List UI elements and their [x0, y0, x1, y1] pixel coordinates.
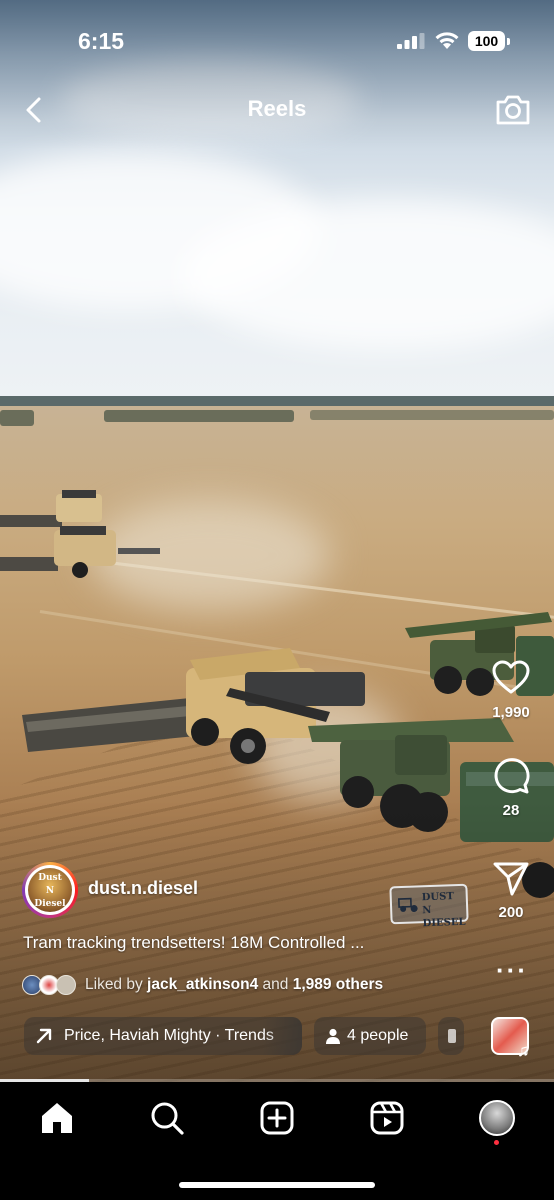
share-button[interactable]: 200 — [480, 858, 542, 921]
tagged-people-pill[interactable]: 4 people — [314, 1017, 426, 1055]
bottom-nav — [0, 1082, 554, 1200]
liker-avatar — [56, 975, 76, 995]
trending-arrow-icon — [36, 1028, 52, 1044]
battery-icon: 100 — [468, 31, 510, 51]
camera-icon[interactable] — [494, 92, 532, 128]
shopping-bag-icon — [448, 1029, 456, 1043]
comment-button[interactable]: 28 — [480, 756, 542, 819]
status-bar: 6:15 100 — [0, 0, 554, 80]
person-icon — [326, 1028, 340, 1044]
music-note-icon: ♫ — [517, 1041, 530, 1060]
combine-far-1 — [0, 490, 102, 527]
battery-level: 100 — [468, 31, 505, 51]
cellular-signal-icon — [397, 33, 425, 49]
liked-by-user[interactable]: jack_atkinson4 — [147, 976, 258, 993]
status-time: 6:15 — [78, 28, 125, 54]
home-indicator — [179, 1182, 375, 1188]
author-username[interactable]: dust.n.diesel — [88, 878, 198, 899]
tagged-people-text: 4 people — [347, 1027, 409, 1044]
video-watermark: DUST N DIESEL — [389, 883, 469, 929]
avatar-logo: Dust N Diesel — [28, 868, 72, 912]
more-options-icon[interactable]: ··· — [496, 957, 526, 986]
wifi-icon — [435, 32, 459, 49]
watermark-text: DUST N DIESEL — [421, 891, 466, 930]
combine-far-2 — [0, 526, 160, 578]
author-avatar[interactable]: Dust N Diesel — [22, 862, 78, 918]
liked-by-text[interactable]: Liked by jack_atkinson4 and 1,989 others — [85, 976, 383, 994]
audio-pill-text: Price, Haviah Mighty · Trends — [64, 1027, 274, 1044]
like-button[interactable]: 1,990 — [480, 658, 542, 721]
search-icon[interactable] — [149, 1100, 185, 1136]
heart-icon — [492, 660, 530, 694]
shopping-pill[interactable] — [438, 1017, 464, 1055]
profile-avatar[interactable] — [479, 1100, 515, 1136]
share-count: 200 — [498, 904, 524, 921]
comment-bubble-icon — [494, 758, 530, 794]
liker-avatars[interactable] — [22, 975, 78, 997]
create-post-icon[interactable] — [259, 1100, 295, 1136]
tractor-logo-icon — [397, 897, 418, 913]
send-paper-plane-icon — [493, 862, 529, 896]
liked-by-others[interactable]: 1,989 others — [293, 976, 383, 993]
reel-video[interactable] — [0, 0, 554, 1082]
page-title: Reels — [247, 96, 307, 121]
like-count: 1,990 — [492, 704, 530, 721]
reels-icon[interactable] — [369, 1100, 405, 1136]
audio-pill[interactable]: Price, Haviah Mighty · Trends — [24, 1017, 302, 1055]
notification-dot — [494, 1140, 499, 1145]
comment-count: 28 — [502, 802, 520, 819]
post-caption[interactable]: Tram tracking trendsetters! 18M Controll… — [23, 933, 443, 953]
combine-main — [22, 648, 365, 764]
home-icon[interactable] — [39, 1100, 75, 1136]
